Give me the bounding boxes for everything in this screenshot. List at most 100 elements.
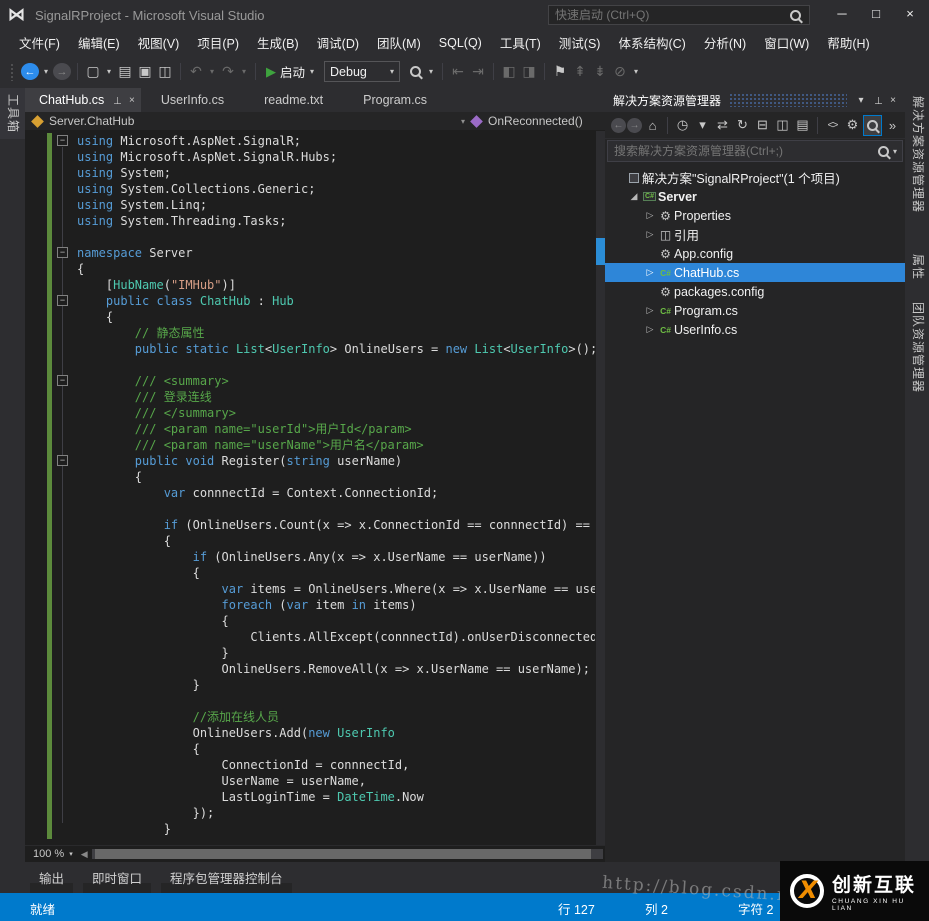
chevron-down-icon[interactable]: ▾ [69, 850, 73, 858]
minimize-button[interactable]: ─ [825, 0, 859, 26]
horizontal-scrollbar[interactable] [91, 849, 603, 859]
navigate-forward-button[interactable]: → [53, 63, 71, 80]
menu-item-9[interactable]: 测试(S) [550, 30, 610, 55]
solution-explorer-search-box[interactable]: ▾ [607, 140, 903, 162]
pending-changes-filter-button[interactable]: ◷ [673, 115, 692, 136]
new-file-dropdown[interactable]: ▾ [104, 61, 114, 83]
tree-item-userinfo-cs[interactable]: ▷ C# UserInfo.cs [605, 320, 905, 339]
new-file-button[interactable]: ▢ [84, 61, 102, 83]
fold-toggle[interactable]: − [57, 247, 68, 258]
tab-readme-txt[interactable]: readme.txt [244, 88, 343, 112]
chevron-down-icon[interactable]: ▾ [390, 67, 394, 76]
solution-explorer-header[interactable]: 解决方案资源管理器 ▾ ⊣ × [605, 88, 905, 112]
search-icon[interactable] [877, 145, 889, 157]
clear-bookmarks-button[interactable]: ⊘ [611, 61, 629, 83]
chevron-down-icon[interactable]: ▾ [310, 67, 314, 76]
menu-item-0[interactable]: 文件(F) [10, 30, 69, 55]
side-tab-0[interactable]: 解决方案资源管理器 [905, 90, 929, 242]
vertical-scrollbar[interactable] [596, 131, 605, 845]
fold-toggle[interactable]: − [57, 375, 68, 386]
menu-item-6[interactable]: 团队(M) [368, 30, 430, 55]
redo-dropdown[interactable]: ▾ [239, 61, 249, 83]
menu-item-2[interactable]: 视图(V) [129, 30, 189, 55]
chevron-collapsed-icon[interactable]: ▷ [643, 324, 657, 335]
chevron-expanded-icon[interactable]: ◢ [627, 191, 641, 202]
filter-dropdown[interactable]: ▾ [693, 115, 712, 136]
menu-item-7[interactable]: SQL(Q) [430, 33, 491, 53]
breadcrumb-type-dropdown[interactable]: Server.ChatHub ▾ [25, 114, 465, 128]
breadcrumb-member-dropdown[interactable]: OnReconnected() [465, 114, 583, 128]
debug-configuration-combo[interactable]: Debug ▾ [324, 61, 401, 82]
previous-bookmark-button[interactable]: ⇞ [571, 61, 589, 83]
tree-item-program-cs[interactable]: ▷ C# Program.cs [605, 301, 905, 320]
preview-selected-items-button[interactable] [863, 114, 882, 136]
panel-options-dropdown[interactable]: ▾ [853, 92, 869, 108]
home-button[interactable]: ⌂ [643, 115, 662, 136]
tree-item--signalrproject-1-[interactable]: 解决方案"SignalRProject"(1 个项目) [605, 168, 905, 187]
maximize-button[interactable]: □ [859, 0, 893, 26]
find-in-files-button[interactable] [406, 61, 424, 83]
menu-item-13[interactable]: 帮助(H) [818, 30, 878, 55]
undo-button[interactable]: ↶ [187, 61, 205, 83]
back-button[interactable]: ← [611, 117, 626, 133]
navigate-backward-button[interactable]: ← [21, 63, 39, 80]
close-icon[interactable]: × [129, 95, 135, 106]
menu-item-10[interactable]: 体系结构(C) [609, 30, 694, 55]
side-tab-1[interactable]: 属性 [905, 248, 929, 290]
save-all-button[interactable]: ◫ [156, 61, 174, 83]
menu-item-5[interactable]: 调试(D) [308, 30, 368, 55]
toolbox-tab[interactable]: 工具箱 [0, 88, 27, 140]
horizontal-scrollbar-thumb[interactable] [94, 849, 591, 859]
unindent-button[interactable]: ⇤ [449, 61, 467, 83]
menu-item-1[interactable]: 编辑(E) [69, 30, 129, 55]
panel-drag-grip[interactable] [729, 93, 847, 107]
fold-toggle[interactable]: − [57, 135, 68, 146]
tree-item-chathub-cs[interactable]: ▷ C# ChatHub.cs [605, 263, 905, 282]
chevron-collapsed-icon[interactable]: ▷ [643, 210, 657, 221]
chevron-collapsed-icon[interactable]: ▷ [643, 267, 657, 278]
scroll-left-arrow[interactable]: ◀ [77, 849, 92, 860]
menu-item-4[interactable]: 生成(B) [248, 30, 308, 55]
menu-item-12[interactable]: 窗口(W) [755, 30, 818, 55]
solution-search-input[interactable] [608, 144, 878, 158]
side-tab-2[interactable]: 团队资源管理器 [905, 296, 929, 414]
chevron-down-icon[interactable]: ▾ [893, 147, 897, 156]
find-dropdown[interactable]: ▾ [426, 61, 436, 83]
close-icon[interactable]: × [885, 92, 901, 108]
toolbar-options-dropdown[interactable]: ▾ [631, 61, 641, 83]
tab-userinfo-cs[interactable]: UserInfo.cs [141, 88, 244, 112]
toolbar-grip[interactable] [10, 62, 15, 81]
comment-button[interactable]: ◧ [500, 61, 518, 83]
search-icon[interactable] [790, 9, 801, 21]
tab-chathub-cs[interactable]: ChatHub.cs ⊣ × [25, 88, 141, 112]
view-code-button[interactable]: <> [823, 115, 842, 136]
tab-program-cs[interactable]: Program.cs [343, 88, 447, 112]
next-bookmark-button[interactable]: ⇟ [591, 61, 609, 83]
pin-icon[interactable]: ⊣ [111, 95, 122, 106]
indent-button[interactable]: ⇥ [469, 61, 487, 83]
quick-launch-input[interactable] [549, 8, 790, 22]
tree-item-packages-config[interactable]: ⚙ packages.config [605, 282, 905, 301]
start-debug-button[interactable]: ▶ 启动 ▾ [262, 62, 318, 81]
show-all-files-button[interactable]: ▤ [793, 115, 812, 136]
uncomment-button[interactable]: ◨ [520, 61, 538, 83]
menu-item-8[interactable]: 工具(T) [491, 30, 550, 55]
tree-item-app-config[interactable]: ⚙ App.config [605, 244, 905, 263]
fold-toggle[interactable]: − [57, 295, 68, 306]
redo-button[interactable]: ↷ [219, 61, 237, 83]
quick-launch-box[interactable] [548, 5, 810, 25]
fold-toggle[interactable]: − [57, 455, 68, 466]
tree-item-properties[interactable]: ▷ ⚙ Properties [605, 206, 905, 225]
navigate-backward-dropdown[interactable]: ▾ [41, 61, 51, 83]
toggle-bookmark-button[interactable]: ⚑ [551, 61, 569, 83]
chevron-collapsed-icon[interactable]: ▷ [643, 229, 657, 240]
save-button[interactable]: ▣ [136, 61, 154, 83]
forward-button[interactable]: → [627, 117, 642, 133]
overflow-button[interactable]: » [883, 115, 902, 136]
close-button[interactable]: × [893, 0, 927, 26]
sync-with-active-document-button[interactable]: ⇄ [713, 115, 732, 136]
tree-item-server[interactable]: ◢ C# Server [605, 187, 905, 206]
properties-button[interactable]: ⚙ [843, 115, 862, 136]
pin-icon[interactable]: ⊣ [869, 92, 885, 108]
undo-dropdown[interactable]: ▾ [207, 61, 217, 83]
